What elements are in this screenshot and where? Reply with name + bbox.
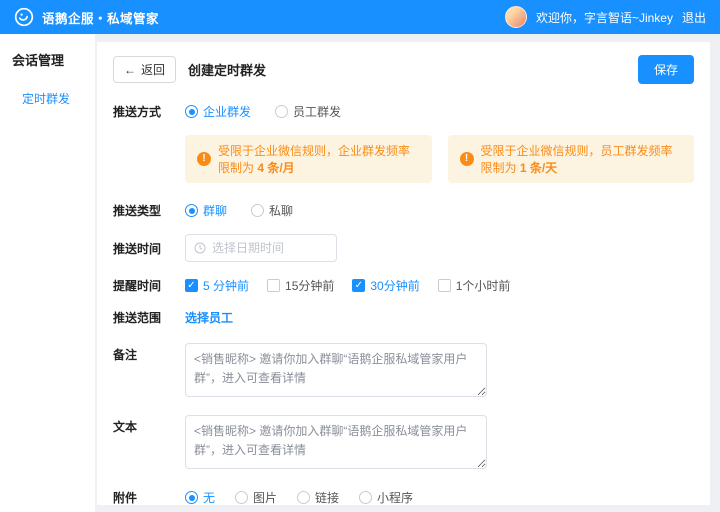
clock-icon [194,242,206,254]
radio-icon [251,204,264,217]
card-header: ← 返回 创建定时群发 [113,56,694,83]
back-button-label: 返回 [141,61,165,78]
brand-title: 语鹅企服・私域管家 [42,8,159,27]
sidebar-section-title: 会话管理 [0,50,95,85]
warning-text: 受限于企业微信规则，企业群发频率限制为 4 条/月 [218,142,420,176]
attachment-option-link[interactable]: 链接 [297,489,339,505]
remind-time-options: 5 分钟前 15分钟前 30分钟前 1个小时前 [185,277,528,294]
checkbox-icon [185,279,198,292]
warning-icon [460,152,474,166]
push-method-option-enterprise[interactable]: 企业群发 [185,103,251,120]
page-title: 创建定时群发 [188,60,266,79]
push-method-row: 推送方式 企业群发 员工群发 [113,103,694,120]
warning-text-prefix: 受限于企业微信规则，企业群发频率限制为 [218,144,410,175]
radio-icon [185,204,198,217]
push-type-row: 推送类型 群聊 私聊 [113,202,694,219]
push-type-option-group-chat[interactable]: 群聊 [185,202,227,219]
attachment-option-miniprogram[interactable]: 小程序 [359,489,413,505]
checkbox-label: 15分钟前 [285,277,334,294]
warnings-row: 受限于企业微信规则，企业群发频率限制为 4 条/月 受限于企业微信规则，员工群发… [113,135,694,183]
attachment-options: 无 图片 链接 小程序 [185,489,437,505]
attachment-option-image[interactable]: 图片 [235,489,277,505]
push-type-label: 推送类型 [113,202,169,219]
attachment-option-none[interactable]: 无 [185,489,215,505]
remark-label: 备注 [113,343,169,363]
layout: 会话管理 定时群发 ← 返回 创建定时群发 保存 推送方式 企业群发 [0,34,720,512]
radio-label: 企业群发 [203,103,251,120]
warning-alert-enterprise: 受限于企业微信规则，企业群发频率限制为 4 条/月 [185,135,432,183]
push-time-picker[interactable] [185,234,337,262]
content-card: ← 返回 创建定时群发 保存 推送方式 企业群发 员工群发 [97,42,710,505]
push-type-options: 群聊 私聊 [185,202,317,219]
checkbox-icon [438,279,451,292]
radio-label: 群聊 [203,202,227,219]
radio-icon [185,105,198,118]
push-time-row: 推送时间 [113,234,694,262]
radio-icon [185,491,198,504]
text-label: 文本 [113,415,169,435]
remind-option-1hour[interactable]: 1个小时前 [438,277,511,294]
checkbox-label: 1个小时前 [456,277,511,294]
warning-text-prefix: 受限于企业微信规则，员工群发频率限制为 [481,144,673,175]
warning-alert-employee: 受限于企业微信规则，员工群发频率限制为 1 条/天 [448,135,695,183]
text-textarea[interactable]: <销售昵称> 邀请你加入群聊“语鹅企服私域管家用户群”，进入可查看详情 [185,415,487,469]
back-arrow-icon: ← [124,63,136,77]
select-employee-link[interactable]: 选择员工 [185,309,233,326]
radio-label: 无 [203,489,215,505]
radio-label: 员工群发 [293,103,341,120]
logo-icon [14,7,34,27]
radio-icon [359,491,372,504]
logout-button[interactable]: 退出 [682,9,706,26]
warning-icon [197,152,211,166]
push-range-label: 推送范围 [113,309,169,326]
push-time-input[interactable] [212,241,328,255]
remark-textarea[interactable]: <销售昵称> 邀请你加入群聊“语鹅企服私域管家用户群”，进入可查看详情 [185,343,487,397]
text-row: 文本 <销售昵称> 邀请你加入群聊“语鹅企服私域管家用户群”，进入可查看详情 [113,415,694,469]
push-method-options: 企业群发 员工群发 [185,103,365,120]
warning-text-highlight: 1 条/天 [520,161,557,175]
push-type-option-private-chat[interactable]: 私聊 [251,202,293,219]
radio-icon [235,491,248,504]
remind-option-5min[interactable]: 5 分钟前 [185,277,249,294]
radio-label: 小程序 [377,489,413,505]
remind-option-30min[interactable]: 30分钟前 [352,277,419,294]
save-button[interactable]: 保存 [638,55,694,84]
radio-icon [297,491,310,504]
warning-text: 受限于企业微信规则，员工群发频率限制为 1 条/天 [481,142,683,176]
radio-label: 链接 [315,489,339,505]
sidebar-item-scheduled-group-send[interactable]: 定时群发 [0,85,95,112]
radio-icon [275,105,288,118]
attachment-row: 附件 无 图片 链接 小程序 [113,489,694,505]
welcome-text: 欢迎你，字言智语~Jinkey [536,9,673,26]
push-method-option-employee[interactable]: 员工群发 [275,103,341,120]
topbar-brand-group: 语鹅企服・私域管家 [14,7,159,27]
radio-label: 私聊 [269,202,293,219]
main-area: ← 返回 创建定时群发 保存 推送方式 企业群发 员工群发 [95,34,720,512]
checkbox-icon [267,279,280,292]
warning-text-highlight: 4 条/月 [257,161,294,175]
attachment-label: 附件 [113,489,169,505]
warning-alerts: 受限于企业微信规则，企业群发频率限制为 4 条/月 受限于企业微信规则，员工群发… [185,135,694,183]
remark-row: 备注 <销售昵称> 邀请你加入群聊“语鹅企服私域管家用户群”，进入可查看详情 [113,343,694,397]
back-button[interactable]: ← 返回 [113,56,176,83]
topbar: 语鹅企服・私域管家 欢迎你，字言智语~Jinkey 退出 [0,0,720,34]
push-time-label: 推送时间 [113,240,169,257]
checkbox-icon [352,279,365,292]
remind-time-label: 提醒时间 [113,277,169,294]
radio-label: 图片 [253,489,277,505]
checkbox-label: 5 分钟前 [203,277,249,294]
avatar [505,6,527,28]
checkbox-label: 30分钟前 [370,277,419,294]
sidebar: 会话管理 定时群发 [0,34,95,512]
topbar-user-group: 欢迎你，字言智语~Jinkey 退出 [505,6,706,28]
push-method-label: 推送方式 [113,103,169,120]
remind-option-15min[interactable]: 15分钟前 [267,277,334,294]
remind-time-row: 提醒时间 5 分钟前 15分钟前 30分钟前 [113,277,694,294]
push-range-row: 推送范围 选择员工 [113,309,694,326]
